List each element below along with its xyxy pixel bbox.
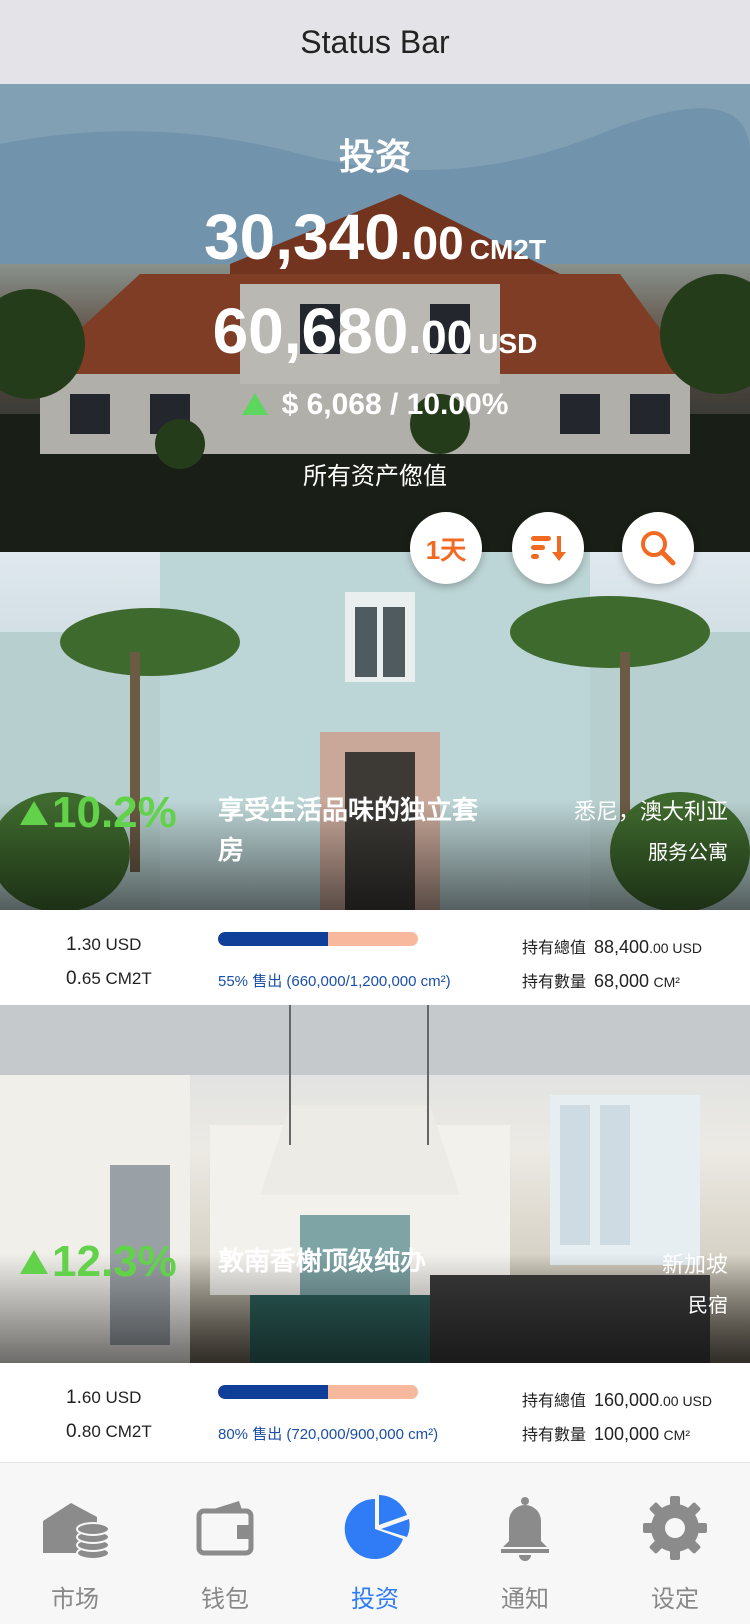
wallet-icon — [196, 1501, 254, 1556]
property-card-2[interactable]: 12.3% 敦南香榭顶级纯办 新加坡 民宿 — [0, 1005, 750, 1363]
tab-wallet[interactable]: 钱包 — [150, 1463, 300, 1624]
status-bar: Status Bar — [0, 0, 750, 84]
bottom-tab-bar: 市场 钱包 投资 通知 设定 — [0, 1462, 750, 1624]
holding-value: 持有總值 88,400.00 USD — [522, 937, 702, 957]
sold-progress-fill — [218, 932, 328, 946]
tab-settings[interactable]: 设定 — [600, 1463, 750, 1624]
up-arrow-icon — [20, 801, 48, 825]
property-name: 敦南香榭顶级纯办 — [218, 1246, 427, 1276]
property-stats-1: 1.30 USD 0.65 CM2T 55% 售出 (660,000/1,200… — [0, 910, 750, 1004]
price-change-badge: 12.3% — [20, 1237, 177, 1287]
property-type: 民宿 — [688, 1295, 728, 1317]
unit-price-cm2t: 0.80 CM2T — [66, 1421, 152, 1442]
price-change-badge: 10.2% — [20, 788, 177, 838]
property-type: 服务公寓 — [648, 842, 728, 864]
bell-icon — [501, 1497, 549, 1561]
sold-progress-bar — [218, 932, 418, 946]
market-icon — [43, 1503, 110, 1560]
property-location: 新加坡 — [661, 1252, 728, 1277]
sold-progress-text: 80% 售出 (720,000/900,000 cm²) — [218, 1426, 439, 1443]
page-title: 投资 — [338, 136, 411, 177]
sold-progress-text: 55% 售出 (660,000/1,200,000 cm²) — [218, 973, 451, 990]
tab-notifications[interactable]: 通知 — [450, 1463, 600, 1624]
unit-price-usd: 1.60 USD — [66, 1387, 142, 1408]
search-icon — [641, 531, 676, 566]
sort-descending-icon — [531, 536, 566, 561]
hero-caption: 所有资产偬值 — [303, 463, 447, 490]
property-stats-2: 1.60 USD 0.80 CM2T 80% 售出 (720,000/900,0… — [0, 1363, 750, 1457]
portfolio-hero: 投资 30,340.00 CM2T 60,680.00 USD $ 6,068 / … — [0, 84, 750, 552]
holding-quantity: 持有數量 68,000 CM² — [522, 971, 680, 991]
sort-button[interactable] — [512, 512, 584, 584]
gear-icon — [643, 1496, 707, 1560]
period-button[interactable]: 1天 — [410, 512, 482, 584]
total-change: $ 6,068 / 10.00% — [0, 388, 750, 422]
tab-investment[interactable]: 投资 — [300, 1463, 450, 1624]
investment-pie-icon — [344, 1495, 410, 1559]
total-cm2t: 30,340.00 CM2T — [204, 201, 546, 273]
tab-market[interactable]: 市场 — [0, 1463, 150, 1624]
up-arrow-icon — [20, 1250, 48, 1274]
status-bar-label: Status Bar — [300, 23, 450, 60]
search-button[interactable] — [622, 512, 694, 584]
total-usd: 60,680.00 USD — [212, 295, 538, 367]
sold-progress-fill — [218, 1385, 328, 1399]
property-card-1[interactable]: 10.2% 享受生活品味的独立套房 悉尼，澳大利亚 服务公寓 — [0, 552, 750, 910]
unit-price-usd: 1.30 USD — [66, 934, 142, 955]
property-name: 享受生活品味的独立套房 — [218, 795, 479, 865]
up-arrow-icon — [241, 393, 268, 415]
holding-quantity: 持有數量 100,000 CM² — [522, 1424, 690, 1444]
property-location: 悉尼，澳大利亚 — [573, 799, 728, 824]
holding-value: 持有總值 160,000.00 USD — [522, 1390, 713, 1410]
sold-progress-bar — [218, 1385, 418, 1399]
unit-price-cm2t: 0.65 CM2T — [66, 968, 152, 989]
